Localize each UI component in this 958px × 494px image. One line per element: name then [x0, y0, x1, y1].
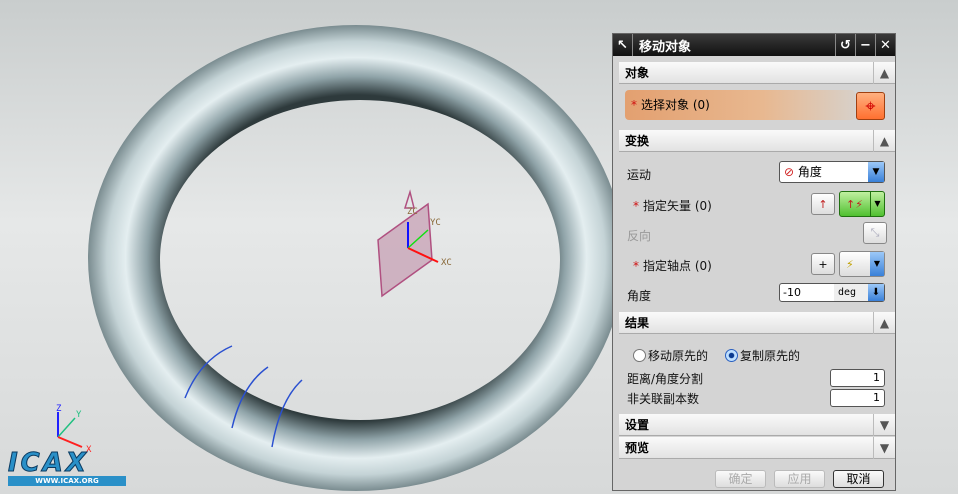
section-settings-label: 设置: [625, 418, 650, 432]
yc-label: YC: [430, 218, 441, 228]
chevron-down-icon[interactable]: ▼: [873, 437, 895, 459]
cancel-button[interactable]: 取消: [833, 470, 884, 488]
inferred-point-icon[interactable]: ⚡ ▼: [839, 251, 885, 277]
dropdown-arrow-icon[interactable]: ▼: [868, 162, 884, 182]
motion-label: 运动: [627, 168, 652, 182]
radio-unchecked[interactable]: [633, 349, 646, 362]
dialog-titlebar[interactable]: ↖ 移动对象 ↺ − ✕: [613, 34, 895, 56]
angle-motion-icon: ⊘: [784, 165, 795, 179]
specify-pivot-row: * 指定轴点 (0): [633, 259, 712, 273]
inferred-vector-icon[interactable]: ↑⚡ ▼: [839, 191, 885, 217]
angle-label: 角度: [627, 289, 652, 303]
dropdown-arrow-icon[interactable]: ▼: [870, 252, 884, 276]
motion-value: 角度: [797, 165, 822, 179]
radio-checked[interactable]: [725, 349, 738, 362]
ok-button[interactable]: 确定: [715, 470, 766, 488]
section-object-header[interactable]: 对象 ▲: [619, 62, 895, 84]
specify-pivot-label: 指定轴点: [643, 259, 692, 273]
zc-label: ZC: [407, 207, 418, 217]
select-object-row[interactable]: * 选择对象 (0): [625, 90, 855, 120]
vector-dialog-icon[interactable]: ↑: [811, 193, 835, 215]
radio-copy-label: 复制原先的: [740, 349, 801, 363]
minimize-button[interactable]: −: [855, 34, 875, 56]
required-star: *: [631, 98, 637, 112]
angle-unit: deg: [834, 284, 868, 301]
radio-move-original[interactable]: 移动原先的: [633, 347, 708, 364]
section-settings-header[interactable]: 设置 ▼: [619, 414, 895, 436]
arrow-down-icon[interactable]: ⬇: [868, 284, 884, 301]
angle-value: -10: [783, 286, 801, 299]
section-preview-header[interactable]: 预览 ▼: [619, 437, 895, 459]
section-preview-label: 预览: [625, 441, 650, 455]
chevron-down-icon[interactable]: ▼: [873, 414, 895, 436]
xc-label: XC: [441, 258, 452, 268]
copies-label: 非关联副本数: [627, 392, 700, 406]
chevron-up-icon[interactable]: ▲: [873, 62, 895, 84]
radio-move-label: 移动原先的: [648, 349, 709, 363]
point-dialog-icon[interactable]: +: [811, 253, 835, 275]
divisions-label: 距离/角度分割: [627, 372, 704, 386]
section-object-label: 对象: [625, 66, 650, 80]
section-result-header[interactable]: 结果 ▲: [619, 312, 895, 334]
section-result-label: 结果: [625, 316, 650, 330]
chevron-up-icon[interactable]: ▲: [873, 130, 895, 152]
pointer-icon[interactable]: ↖: [613, 34, 633, 56]
select-object-count: (0): [692, 98, 710, 112]
divisions-input[interactable]: 1: [830, 369, 885, 387]
icax-logo: ICAX WWW.ICAX.ORG: [8, 450, 126, 488]
logo-text: ICAX: [8, 448, 89, 478]
angle-input[interactable]: -10 deg ⬇: [779, 283, 885, 302]
reverse-direction-icon[interactable]: ⤡: [863, 222, 887, 244]
close-button[interactable]: ✕: [875, 34, 895, 56]
reset-button[interactable]: ↺: [835, 34, 855, 56]
z-label: Z: [56, 404, 62, 414]
dropdown-arrow-icon[interactable]: ▼: [870, 192, 884, 216]
section-transform-label: 变换: [625, 134, 650, 148]
motion-select[interactable]: ⊘ 角度 ▼: [779, 161, 885, 183]
copies-input[interactable]: 1: [830, 389, 885, 407]
chevron-up-icon[interactable]: ▲: [873, 312, 895, 334]
crosshair-icon[interactable]: ⌖: [856, 92, 885, 120]
apply-button[interactable]: 应用: [774, 470, 825, 488]
dialog-title: 移动对象: [639, 39, 692, 55]
section-transform-header[interactable]: 变换 ▲: [619, 130, 895, 152]
radio-copy-original[interactable]: 复制原先的: [725, 347, 800, 364]
reverse-label: 反向: [627, 229, 652, 243]
specify-vector-row: * 指定矢量 (0): [633, 199, 712, 213]
specify-vector-label: 指定矢量: [643, 199, 692, 213]
y-label: Y: [76, 410, 82, 420]
vector-count: (0): [694, 199, 712, 213]
select-object-label: 选择对象: [641, 98, 690, 112]
pivot-count: (0): [694, 259, 712, 273]
move-object-dialog: ↖ 移动对象 ↺ − ✕ 对象 ▲ * 选择对象 (0) ⌖ 变换 ▲ 运动 ⊘ 角度…: [612, 33, 896, 491]
